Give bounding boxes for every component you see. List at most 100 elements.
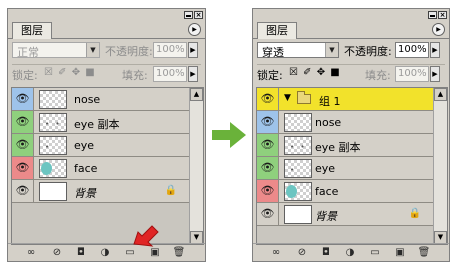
eye-icon[interactable]: 👁: [12, 111, 34, 133]
opacity-label: 不透明度:: [105, 45, 153, 58]
tab-layers[interactable]: 图层: [257, 22, 297, 39]
eye-icon[interactable]: 👁: [12, 88, 34, 110]
layers-scrollbar[interactable]: ▲ ▼: [189, 88, 203, 244]
new-layer-icon[interactable]: ▣: [393, 247, 407, 259]
layer-row-eye-copy[interactable]: 👁 • • eye 副本: [12, 111, 189, 134]
blend-mode-value: 正常: [17, 46, 39, 59]
layer-row-eye[interactable]: 👁 • eye: [12, 134, 189, 157]
layer-style-icon[interactable]: ⊘: [295, 247, 309, 259]
adjustment-layer-icon[interactable]: ◑: [343, 247, 357, 259]
layer-name: face: [74, 162, 98, 175]
layer-row-background[interactable]: 👁 背景 🔒: [12, 180, 189, 203]
blend-mode-value: 穿透: [262, 46, 284, 59]
eye-icon[interactable]: 👁: [12, 157, 34, 179]
layers-panel-after: × 图层 ▶ 穿透 ▼ 不透明度: 100% ▶ 锁定: ☒ ✐ ✥ ■ 填充:…: [252, 8, 450, 262]
fill-arrow-icon[interactable]: ▶: [188, 66, 198, 82]
layer-thumbnail: [39, 90, 67, 109]
fill-arrow-icon[interactable]: ▶: [430, 66, 440, 82]
adjustment-layer-icon[interactable]: ◑: [98, 247, 112, 259]
new-group-icon[interactable]: ▭: [368, 247, 382, 259]
eye-icon[interactable]: 👁: [257, 157, 279, 179]
eye-icon[interactable]: 👁: [257, 134, 279, 156]
eye-icon[interactable]: 👁: [257, 111, 279, 133]
layer-name: face: [315, 185, 339, 198]
minimize-icon[interactable]: [428, 11, 437, 19]
opacity-arrow-icon[interactable]: ▶: [430, 42, 440, 58]
layer-thumbnail: •: [284, 159, 312, 178]
link-layers-icon[interactable]: ∞: [269, 247, 283, 259]
eye-icon[interactable]: 👁: [12, 134, 34, 156]
group-name: 组 1: [319, 95, 341, 108]
layer-name: 背景: [74, 187, 96, 200]
blend-mode-select[interactable]: 正常 ▼: [12, 42, 100, 59]
tab-row: 图层 ▶: [253, 20, 449, 39]
layer-row-eye[interactable]: 👁 • eye: [257, 157, 433, 180]
opacity-field[interactable]: 100%: [395, 42, 429, 58]
layer-name: 背景: [315, 210, 337, 223]
opacity-label: 不透明度:: [344, 45, 392, 58]
minimize-icon[interactable]: [184, 11, 193, 19]
layer-row-background[interactable]: 👁 背景 🔒: [257, 203, 433, 226]
eye-icon[interactable]: 👁: [257, 203, 279, 225]
link-layers-icon[interactable]: ∞: [24, 247, 38, 259]
opacity-arrow-icon[interactable]: ▶: [188, 42, 198, 58]
lock-icon: 🔒: [408, 208, 421, 219]
layers-scrollbar[interactable]: ▲ ▼: [433, 88, 447, 244]
layer-thumbnail: [39, 182, 67, 201]
layer-name: nose: [74, 93, 101, 106]
layer-thumbnail: •: [39, 136, 67, 155]
panel-menu-icon[interactable]: ▶: [188, 23, 201, 36]
lock-options-icons[interactable]: ☒ ✐ ✥ ■: [44, 67, 96, 78]
panel-titlebar: ×: [253, 9, 449, 20]
expand-triangle-icon[interactable]: ▼: [284, 93, 291, 103]
layer-row-face[interactable]: 👁 face: [257, 180, 433, 203]
transition-arrow-icon: [212, 122, 246, 148]
delete-layer-icon[interactable]: 🗑: [172, 247, 186, 259]
add-mask-icon[interactable]: ◘: [319, 247, 333, 259]
blend-mode-select[interactable]: 穿透 ▼: [257, 42, 339, 59]
close-icon[interactable]: ×: [438, 11, 447, 19]
layers-panel-before: × 图层 ▶ 正常 ▼ 不透明度: 100% ▶ 锁定: ☒ ✐ ✥ ■ 填充:…: [7, 8, 206, 262]
chevron-down-icon[interactable]: ▼: [325, 43, 338, 57]
lock-label: 锁定:: [257, 69, 283, 82]
new-group-icon[interactable]: ▭: [123, 247, 137, 259]
layer-name: eye 副本: [315, 141, 361, 154]
lock-row: 锁定: ☒ ✐ ✥ ■ 填充: 100% ▶: [257, 64, 445, 82]
blend-row: 正常 ▼ 不透明度: 100% ▶: [12, 42, 201, 59]
fill-label: 填充:: [122, 69, 148, 82]
layer-row-eye-copy[interactable]: 👁 • • eye 副本: [257, 134, 433, 157]
layer-thumbnail: [284, 182, 312, 201]
lock-label: 锁定:: [12, 69, 38, 82]
layers-bottom-toolbar: ∞ ⊘ ◘ ◑ ▭ ▣ 🗑: [253, 243, 449, 261]
layer-name: eye: [74, 139, 95, 152]
eye-icon[interactable]: 👁: [257, 88, 279, 110]
layer-style-icon[interactable]: ⊘: [50, 247, 64, 259]
layers-list: 👁 nose 👁 • • eye 副本 👁 • eye 👁 face 👁 背景 …: [11, 87, 204, 245]
new-layer-icon[interactable]: ▣: [148, 247, 162, 259]
panel-menu-icon[interactable]: ▶: [432, 23, 445, 36]
opacity-field[interactable]: 100%: [153, 42, 187, 58]
tab-layers[interactable]: 图层: [12, 22, 52, 39]
pointer-arrow-icon: [133, 225, 159, 247]
layer-row-nose[interactable]: 👁 nose: [12, 88, 189, 111]
panel-titlebar: ×: [8, 9, 205, 20]
fill-field[interactable]: 100%: [395, 66, 429, 82]
layer-thumbnail: [39, 159, 67, 178]
delete-layer-icon[interactable]: 🗑: [417, 247, 431, 259]
scroll-up-icon[interactable]: ▲: [434, 88, 447, 101]
chevron-down-icon[interactable]: ▼: [86, 43, 99, 57]
layer-name: eye 副本: [74, 118, 120, 131]
blend-row: 穿透 ▼ 不透明度: 100% ▶: [257, 42, 445, 59]
layer-thumbnail: [284, 113, 312, 132]
scroll-up-icon[interactable]: ▲: [190, 88, 203, 101]
layer-group-row[interactable]: 👁 ▼ 组 1: [257, 88, 433, 111]
layer-row-face[interactable]: 👁 face: [12, 157, 189, 180]
folder-icon: [297, 91, 311, 104]
fill-field[interactable]: 100%: [153, 66, 187, 82]
eye-icon[interactable]: 👁: [257, 180, 279, 202]
lock-options-icons[interactable]: ☒ ✐ ✥ ■: [289, 67, 341, 78]
add-mask-icon[interactable]: ◘: [74, 247, 88, 259]
eye-icon[interactable]: 👁: [12, 180, 34, 202]
layer-row-nose[interactable]: 👁 nose: [257, 111, 433, 134]
close-icon[interactable]: ×: [194, 11, 203, 19]
